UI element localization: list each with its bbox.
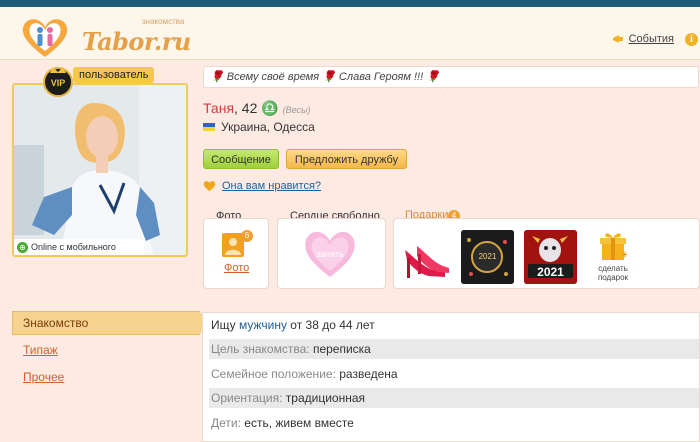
- message-button[interactable]: Сообщение: [203, 149, 279, 169]
- gift-2021[interactable]: 2021: [524, 230, 577, 284]
- heart-icon: [203, 181, 216, 191]
- events-menu[interactable]: События: [612, 33, 674, 45]
- site-header: Tabor.ru знакомства События i: [0, 7, 700, 60]
- info-icon[interactable]: i: [685, 33, 698, 46]
- high-heels-icon: [405, 246, 449, 278]
- profile-photo-image: [14, 85, 186, 255]
- status-message: 🌹 Всему своё время 🌹 Слава Героям !!! 🌹: [203, 66, 699, 88]
- gift-box-icon: +: [599, 231, 628, 261]
- gift-2021-label: 2021: [537, 265, 564, 279]
- like-link[interactable]: Она вам нравится?: [222, 180, 321, 192]
- profile-name-line: Таня, 42 ♎ (Весы): [203, 100, 311, 117]
- logo-heart-icon: [22, 19, 68, 57]
- photo-link[interactable]: Фото: [224, 262, 249, 274]
- make-gift-button[interactable]: + сделать подарок: [590, 231, 636, 282]
- nav-item-dating[interactable]: Знакомство: [12, 311, 200, 335]
- seeking-row: Ищу мужчину от 38 до 44 лет: [211, 318, 375, 332]
- mobile-icon: ⊕: [17, 241, 28, 253]
- add-friend-button[interactable]: Предложить дружбу: [286, 149, 407, 169]
- online-status: ⊕ Online с мобильного: [14, 239, 144, 255]
- orientation-row: Ориентация: традиционная: [209, 388, 699, 408]
- location-text: Украина, Одесса: [221, 120, 315, 134]
- make-gift-label: сделать подарок: [597, 264, 629, 282]
- dating-details: Ищу мужчину от 38 до 44 лет Цель знакомс…: [202, 312, 700, 442]
- gift-new-year-clock[interactable]: 2021: [461, 230, 514, 284]
- megaphone-icon: [612, 35, 623, 43]
- photo-count-badge: 6: [241, 230, 253, 242]
- online-label: Online с мобильного: [31, 242, 116, 252]
- seeking-link[interactable]: мужчину: [239, 318, 287, 332]
- logo-text: Tabor.ru: [82, 27, 191, 56]
- profile-photo[interactable]: ⊕ Online с мобильного: [12, 83, 188, 257]
- role-badge: пользователь: [73, 67, 155, 83]
- like-prompt: Она вам нравится?: [203, 180, 321, 192]
- profile-age: , 42: [234, 100, 258, 116]
- logo-subtitle: знакомства: [142, 17, 185, 26]
- top-strip: [0, 0, 700, 7]
- site-logo[interactable]: Tabor.ru знакомства: [20, 15, 191, 59]
- ukraine-flag-icon: [203, 123, 215, 131]
- heart-action-label: занять: [316, 249, 344, 259]
- profile-name: Таня: [203, 100, 235, 116]
- vip-crown-icon[interactable]: VIP: [41, 63, 75, 97]
- svg-text:+: +: [622, 250, 627, 261]
- gift-shoes[interactable]: [399, 230, 452, 284]
- profile-location: Украина, Одесса: [203, 120, 315, 134]
- zodiac-label: (Весы): [282, 105, 311, 115]
- family-row: Семейное положение: разведена: [211, 367, 398, 381]
- goal-row: Цель знакомства: переписка: [209, 339, 699, 359]
- svg-text:VIP: VIP: [51, 78, 66, 88]
- nav-item-type[interactable]: Типаж: [23, 343, 58, 357]
- nav-item-other[interactable]: Прочее: [23, 370, 64, 384]
- children-row: Дети: есть, живем вместе: [211, 416, 354, 430]
- zodiac-libra-icon: ♎: [261, 100, 279, 116]
- gift-clock-year: 2021: [478, 252, 497, 261]
- events-link[interactable]: События: [629, 33, 674, 45]
- free-heart[interactable]: занять: [303, 227, 357, 279]
